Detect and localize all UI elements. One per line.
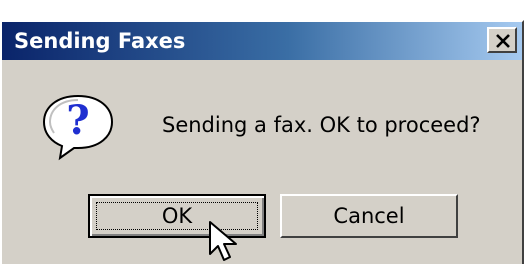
sending-faxes-dialog: Sending Faxes ? Sending a fax. OK to pro…: [0, 20, 524, 264]
close-button[interactable]: [487, 27, 517, 53]
window-title: Sending Faxes: [14, 29, 186, 53]
cancel-button[interactable]: Cancel: [280, 194, 458, 238]
svg-text:?: ?: [66, 97, 89, 144]
question-icon: ?: [38, 90, 118, 166]
ok-button-label: OK: [161, 204, 193, 228]
title-bar[interactable]: Sending Faxes: [2, 22, 522, 60]
dialog-message: Sending a fax. OK to proceed?: [162, 113, 481, 137]
mouse-pointer-icon: [208, 220, 240, 268]
close-icon: [496, 34, 510, 48]
